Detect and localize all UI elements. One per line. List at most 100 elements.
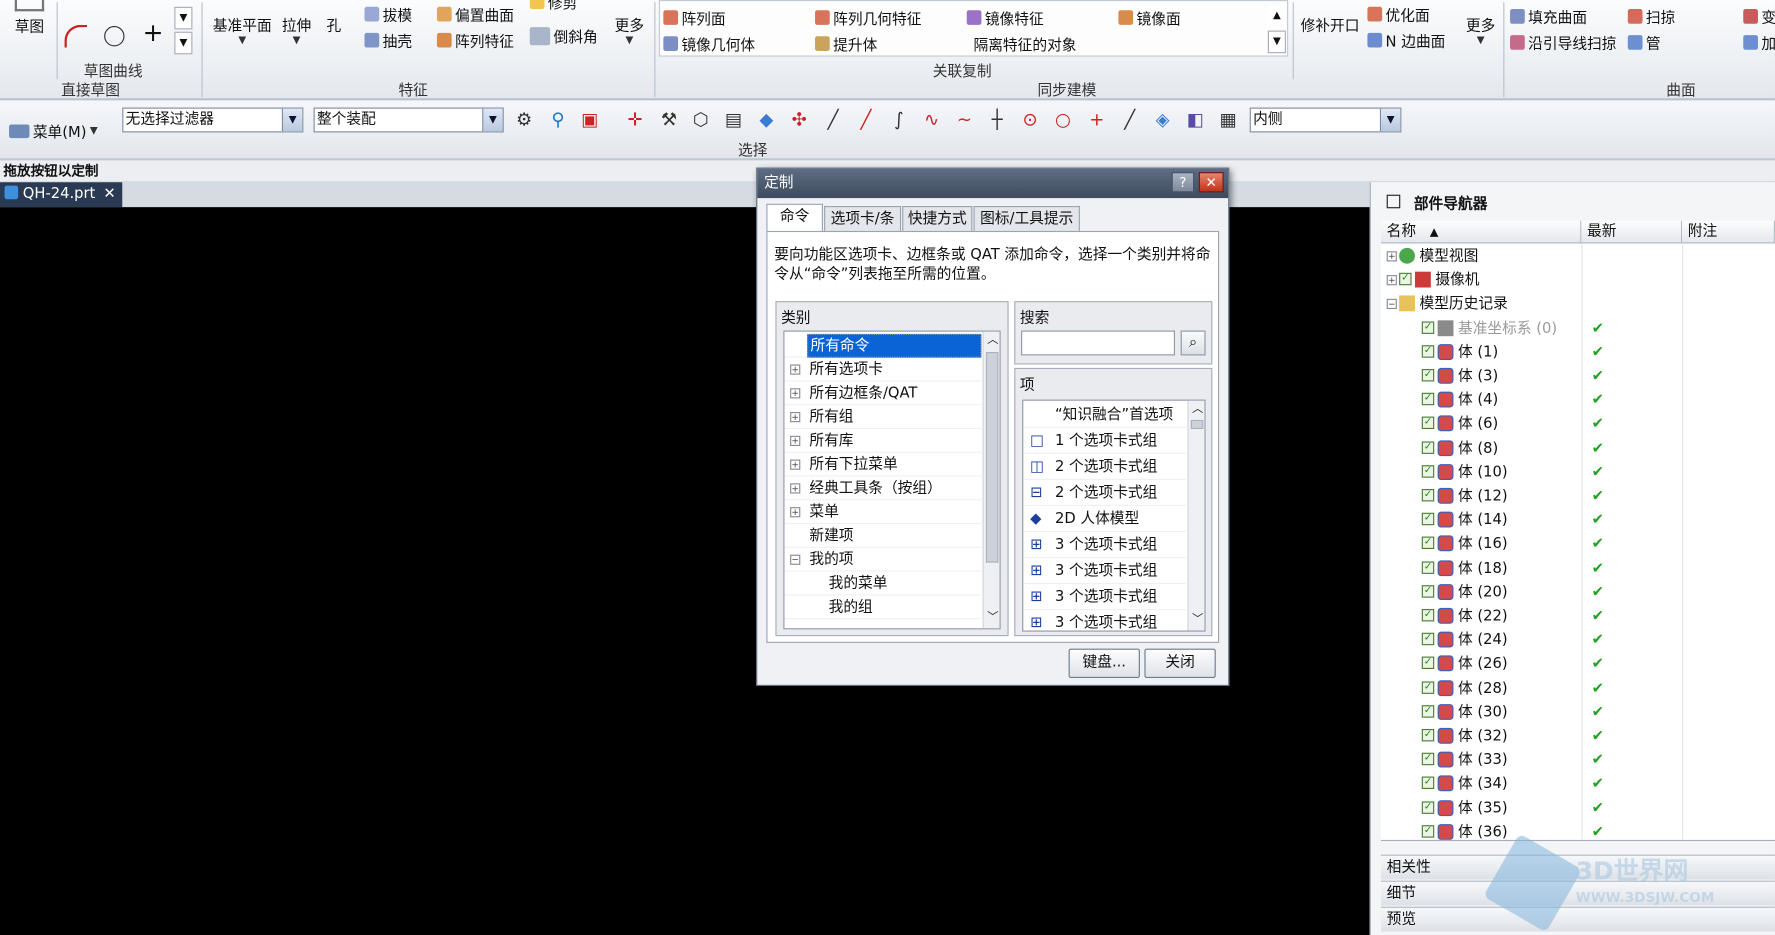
tree-node[interactable]: + 模型视图 bbox=[1381, 245, 1775, 269]
help-icon[interactable]: ? bbox=[1171, 172, 1195, 193]
visibility-checkbox[interactable]: ✓ bbox=[1421, 536, 1435, 550]
category-item[interactable]: 我的组 bbox=[784, 595, 982, 620]
close-icon[interactable]: ✕ bbox=[1198, 172, 1224, 193]
tree-node[interactable]: ✓ 体 (36) ✔ bbox=[1381, 820, 1775, 840]
line-icon[interactable]: ╱ bbox=[822, 109, 845, 132]
hole-button[interactable]: 孔 bbox=[319, 14, 348, 35]
mirror-feature-button[interactable]: 镜像特征 bbox=[966, 7, 1044, 28]
tree-node[interactable]: ✓ 体 (3) ✔ bbox=[1381, 364, 1775, 388]
tree-node[interactable]: ✓ 体 (18) ✔ bbox=[1381, 556, 1775, 580]
optimize-face-button[interactable]: 优化面 bbox=[1367, 3, 1430, 25]
tree-node[interactable]: ✓ 基准坐标系 (0) ✔ bbox=[1381, 316, 1775, 340]
column-name[interactable]: 名称 ▲ bbox=[1381, 220, 1582, 244]
items-scrollbar[interactable]: ︿ ﹀ bbox=[1187, 400, 1205, 631]
dropdown-icon[interactable]: ▼ bbox=[174, 6, 193, 30]
tree-node[interactable]: ✓ 体 (12) ✔ bbox=[1381, 484, 1775, 508]
tree-node[interactable]: ✓ 体 (32) ✔ bbox=[1381, 724, 1775, 748]
search-icon[interactable]: ⌕ bbox=[1180, 330, 1206, 356]
scroll-thumb[interactable] bbox=[985, 352, 999, 563]
feature-filter-icon[interactable]: ⚙ bbox=[513, 109, 536, 132]
visibility-checkbox[interactable]: ✓ bbox=[1421, 824, 1435, 838]
command-item[interactable]: ⊟ 2 个选项卡式组 bbox=[1023, 481, 1187, 506]
center-icon[interactable]: ⊙ bbox=[1019, 109, 1042, 132]
category-scrollbar[interactable]: ︿ ﹀ bbox=[982, 331, 1000, 629]
visibility-checkbox[interactable]: ✓ bbox=[1421, 632, 1435, 646]
column-notes[interactable]: 附注 bbox=[1682, 220, 1775, 244]
command-item[interactable]: ⊞ 3 个选项卡式组 bbox=[1023, 585, 1187, 611]
visibility-checkbox[interactable]: ✓ bbox=[1421, 800, 1435, 814]
curve-icon[interactable]: ∫ bbox=[887, 109, 910, 132]
category-item[interactable]: − 我的项 bbox=[784, 548, 982, 572]
category-item[interactable]: 新建项 bbox=[784, 524, 982, 548]
search-input[interactable] bbox=[1021, 330, 1175, 356]
tree-node[interactable]: ✓ 体 (34) ✔ bbox=[1381, 772, 1775, 796]
body-icon[interactable]: ⬡ bbox=[689, 109, 712, 132]
trim-button[interactable]: 修剪 bbox=[529, 0, 577, 12]
arc-icon[interactable] bbox=[64, 24, 88, 48]
tree-node[interactable]: ✓ 体 (16) ✔ bbox=[1381, 532, 1775, 556]
expand-icon[interactable]: + bbox=[790, 388, 801, 399]
multi-select-icon[interactable]: ⚒ bbox=[658, 109, 681, 132]
tree-node[interactable]: ✓ 体 (30) ✔ bbox=[1381, 700, 1775, 724]
circle-point-icon[interactable]: ○ bbox=[1052, 109, 1075, 132]
visibility-checkbox[interactable]: ✓ bbox=[1421, 776, 1435, 790]
wave-icon[interactable]: ∼ bbox=[953, 109, 976, 132]
promote-body-button[interactable]: 提升体 bbox=[815, 33, 877, 54]
selection-scope-select[interactable]: 整个装配 ▼ bbox=[313, 107, 504, 133]
visibility-checkbox[interactable]: ✓ bbox=[1421, 656, 1435, 670]
tree-node[interactable]: ✓ 体 (26) ✔ bbox=[1381, 652, 1775, 676]
chamfer-button[interactable]: 倒斜角 bbox=[529, 25, 598, 46]
sweep-button[interactable]: 扫掠 bbox=[1627, 6, 1675, 28]
visibility-checkbox[interactable]: ✓ bbox=[1421, 680, 1435, 694]
visibility-checkbox[interactable]: ✓ bbox=[1421, 608, 1435, 622]
visibility-checkbox[interactable]: ✓ bbox=[1421, 584, 1435, 598]
close-button[interactable]: 关闭 bbox=[1144, 648, 1216, 679]
shell-button[interactable]: 抽壳 bbox=[364, 29, 412, 51]
inside-select[interactable]: 内侧 ▼ bbox=[1249, 107, 1402, 133]
scroll-thumb[interactable] bbox=[1190, 419, 1204, 430]
collapse-icon[interactable]: − bbox=[790, 554, 801, 565]
tangent-icon[interactable]: ╱ bbox=[1118, 109, 1141, 132]
grid-icon[interactable]: ▦ bbox=[1217, 109, 1240, 132]
link-icon[interactable]: ⚲ bbox=[547, 109, 570, 132]
category-item[interactable]: + 所有边框条/QAT bbox=[784, 381, 982, 406]
mirror-geometry-button[interactable]: 镜像几何体 bbox=[663, 33, 755, 54]
tab-commands[interactable]: 命令 bbox=[766, 203, 823, 233]
visibility-checkbox[interactable]: ✓ bbox=[1421, 321, 1435, 334]
midpoint-icon[interactable]: ╱ bbox=[855, 109, 878, 132]
visibility-checkbox[interactable]: ✓ bbox=[1421, 704, 1435, 718]
menu-button[interactable]: 菜单(M) ▼ bbox=[9, 120, 98, 141]
book-icon[interactable]: ◧ bbox=[1184, 109, 1207, 132]
tree-node[interactable]: ✓ 体 (1) ✔ bbox=[1381, 340, 1775, 364]
sweep-along-guide-button[interactable]: 沿引导线扫掠 bbox=[1510, 32, 1616, 53]
patch-opening-button[interactable]: 修补开口 bbox=[1297, 14, 1363, 35]
visibility-checkbox[interactable]: ✓ bbox=[1421, 393, 1435, 406]
visibility-checkbox[interactable]: ✓ bbox=[1421, 728, 1435, 742]
more-feature-button[interactable]: 更多 ▼ bbox=[609, 14, 650, 47]
offset-surface-button[interactable]: 偏置曲面 bbox=[436, 3, 514, 25]
file-tab[interactable]: QH-24.prt ✕ bbox=[0, 182, 123, 208]
scroll-up-icon[interactable]: ▲ bbox=[1267, 4, 1286, 28]
solid-icon[interactable]: ◆ bbox=[755, 109, 778, 132]
tree-node[interactable]: − 模型历史记录 bbox=[1381, 292, 1775, 316]
intersection-icon[interactable]: ┼ bbox=[986, 109, 1009, 132]
tree-node[interactable]: ✓ 体 (20) ✔ bbox=[1381, 580, 1775, 604]
pattern-face-button[interactable]: 阵列面 bbox=[663, 7, 726, 28]
visibility-checkbox[interactable]: ✓ bbox=[1421, 369, 1435, 382]
tree-node[interactable]: + ✓ 摄像机 bbox=[1381, 268, 1775, 292]
expand-icon[interactable]: + bbox=[790, 483, 801, 494]
category-item[interactable]: + 经典工具条（按组） bbox=[784, 477, 982, 501]
fill-surface-button[interactable]: 填充曲面 bbox=[1510, 6, 1587, 28]
expand-icon[interactable]: + bbox=[790, 412, 801, 423]
point-icon[interactable]: + bbox=[143, 21, 164, 47]
dropdown-icon[interactable]: ▼ bbox=[174, 31, 193, 55]
extrude-button[interactable]: 拉伸 ▼ bbox=[276, 14, 317, 47]
pattern-feature-button[interactable]: 阵列特征 bbox=[436, 29, 514, 51]
keyboard-button[interactable]: 键盘... bbox=[1068, 648, 1140, 679]
tab-icons-tooltips[interactable]: 图标/工具提示 bbox=[973, 206, 1080, 233]
tab-tabs-bars[interactable]: 选项卡/条 bbox=[824, 206, 902, 233]
visibility-checkbox[interactable]: ✓ bbox=[1421, 512, 1435, 526]
crosshair-icon[interactable]: + bbox=[1086, 109, 1109, 132]
sketch-button[interactable]: 草图 bbox=[7, 0, 52, 36]
expand-icon[interactable]: + bbox=[790, 435, 801, 446]
